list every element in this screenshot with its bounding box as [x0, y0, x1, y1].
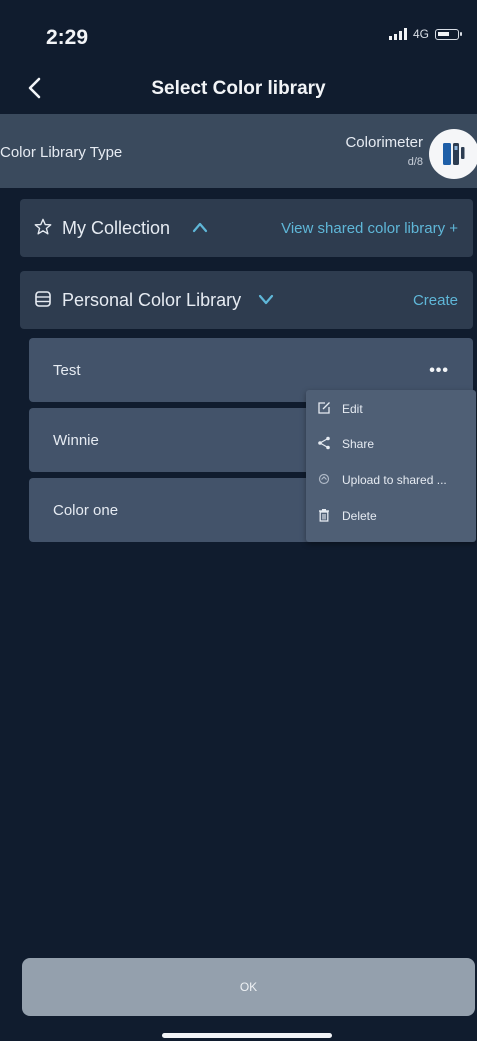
- menu-item-share[interactable]: Share: [306, 427, 476, 461]
- library-name: Color one: [53, 502, 119, 519]
- view-shared-library-link[interactable]: View shared color library +: [281, 220, 458, 237]
- menu-item-edit[interactable]: Edit: [306, 392, 476, 426]
- battery-icon: [435, 28, 462, 40]
- personal-library-section[interactable]: Personal Color Library Create: [20, 271, 473, 329]
- chevron-down-icon[interactable]: [258, 292, 274, 306]
- menu-label-delete: Delete: [342, 509, 377, 523]
- database-icon: [35, 291, 51, 307]
- page-title: Select Color library: [151, 78, 326, 99]
- status-bar: 2:29 4G: [0, 0, 477, 64]
- personal-library-label: Personal Color Library: [62, 290, 242, 310]
- my-collection-section[interactable]: My Collection View shared color library …: [20, 199, 473, 257]
- network-label: 4G: [412, 27, 429, 41]
- upload-icon: [318, 473, 330, 485]
- create-link[interactable]: Create: [413, 292, 458, 309]
- share-icon: [318, 436, 330, 450]
- menu-label-upload: Upload to shared ...: [342, 473, 447, 487]
- my-collection-label: My Collection: [62, 218, 171, 238]
- context-menu: Edit Share Upload to shared ... Delete: [306, 390, 476, 542]
- signal-icon: [388, 28, 407, 40]
- device-geometry: d/8: [407, 156, 423, 168]
- chevron-up-icon[interactable]: [192, 220, 208, 234]
- home-indicator: [162, 1033, 332, 1038]
- library-name: Test: [53, 362, 81, 379]
- ok-button[interactable]: OK: [22, 958, 475, 1016]
- menu-item-delete[interactable]: Delete: [306, 499, 476, 533]
- trash-icon: [319, 509, 329, 522]
- menu-label-edit: Edit: [342, 402, 363, 416]
- status-indicators: 4G: [388, 27, 462, 41]
- colorimeter-device-icon[interactable]: [429, 129, 477, 179]
- library-name: Winnie: [53, 432, 99, 449]
- edit-icon: [318, 402, 330, 414]
- library-type-strip[interactable]: Color Library Type Colorimeter d/8: [0, 114, 477, 188]
- device-name: Colorimeter: [345, 134, 423, 151]
- status-time: 2:29: [46, 26, 89, 49]
- more-icon[interactable]: •••: [429, 362, 449, 380]
- nav-bar: Select Color library: [0, 64, 477, 114]
- menu-label-share: Share: [342, 437, 375, 451]
- library-type-label: Color Library Type: [0, 144, 123, 161]
- star-outline-icon: [34, 218, 52, 235]
- menu-item-upload[interactable]: Upload to shared ...: [306, 463, 476, 497]
- device-glyph: [443, 143, 465, 165]
